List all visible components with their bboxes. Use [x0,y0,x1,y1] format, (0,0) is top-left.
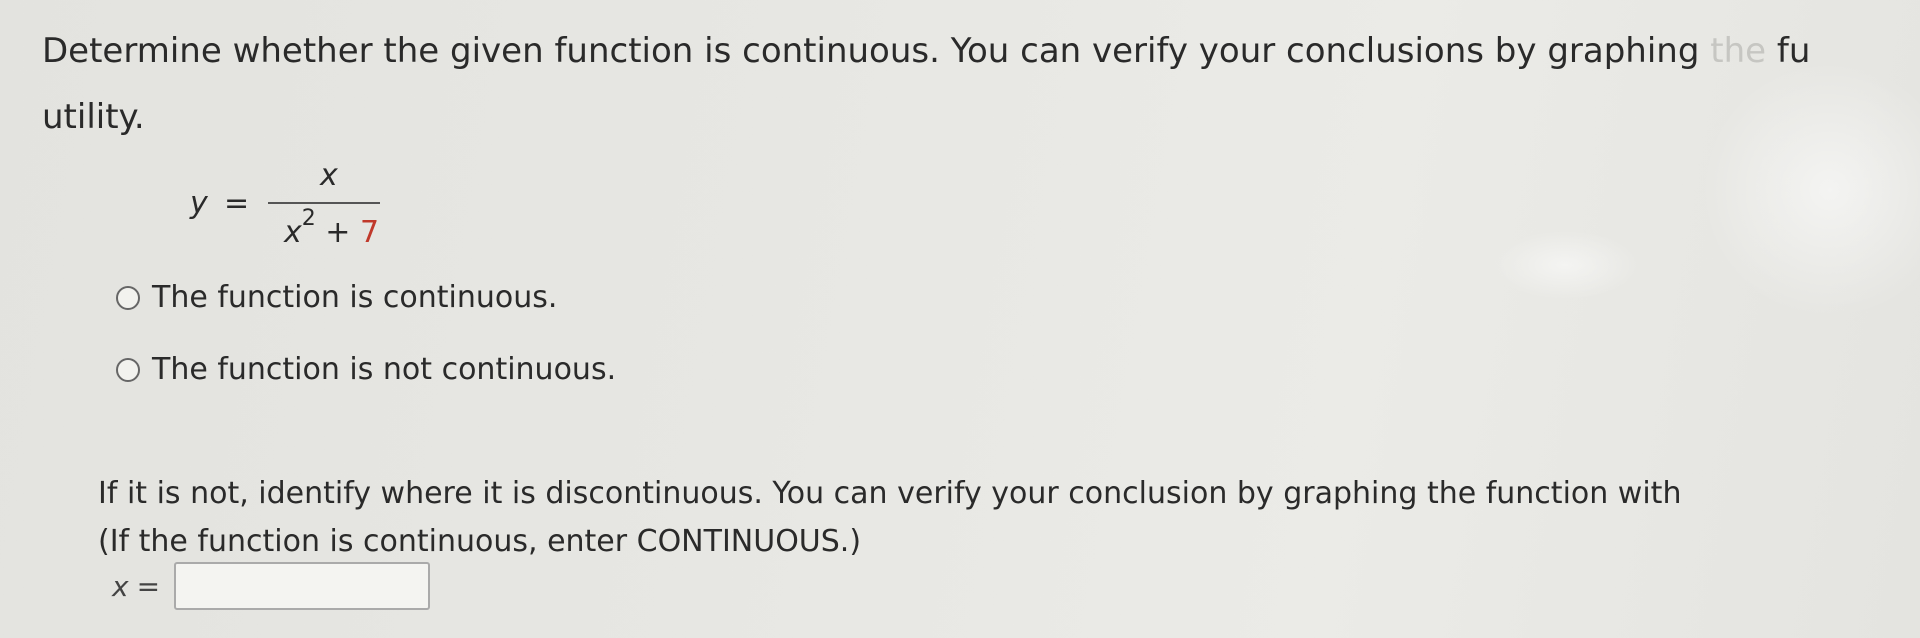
answer-row: x = [112,562,431,610]
fraction-denominator: x2 + 7 [284,206,380,250]
answer-input[interactable] [174,562,431,610]
equation-lhs: y [190,186,208,221]
question-line-1: Determine whether the given function is … [42,31,1811,71]
answer-variable: x [112,569,129,603]
radio-continuous[interactable] [116,285,140,310]
fraction-bar [268,202,380,204]
fraction-numerator: x [320,158,338,193]
answer-equals: = [136,569,161,603]
option-continuous[interactable]: The function is continuous. [116,280,557,315]
equation-equals: = [224,186,250,221]
option-not-continuous[interactable]: The function is not continuous. [116,352,616,387]
followup-line-1: If it is not, identify where it is disco… [98,476,1682,511]
radio-not-continuous[interactable] [116,357,140,382]
option-not-continuous-label: The function is not continuous. [152,352,617,387]
question-prompt: Determine whether the given function is … [42,18,1920,150]
option-continuous-label: The function is continuous. [152,280,558,315]
question-line-2: utility. [42,97,145,137]
followup-line-2: (If the function is continuous, enter CO… [98,524,862,559]
followup-prompt: If it is not, identify where it is disco… [98,470,1920,566]
